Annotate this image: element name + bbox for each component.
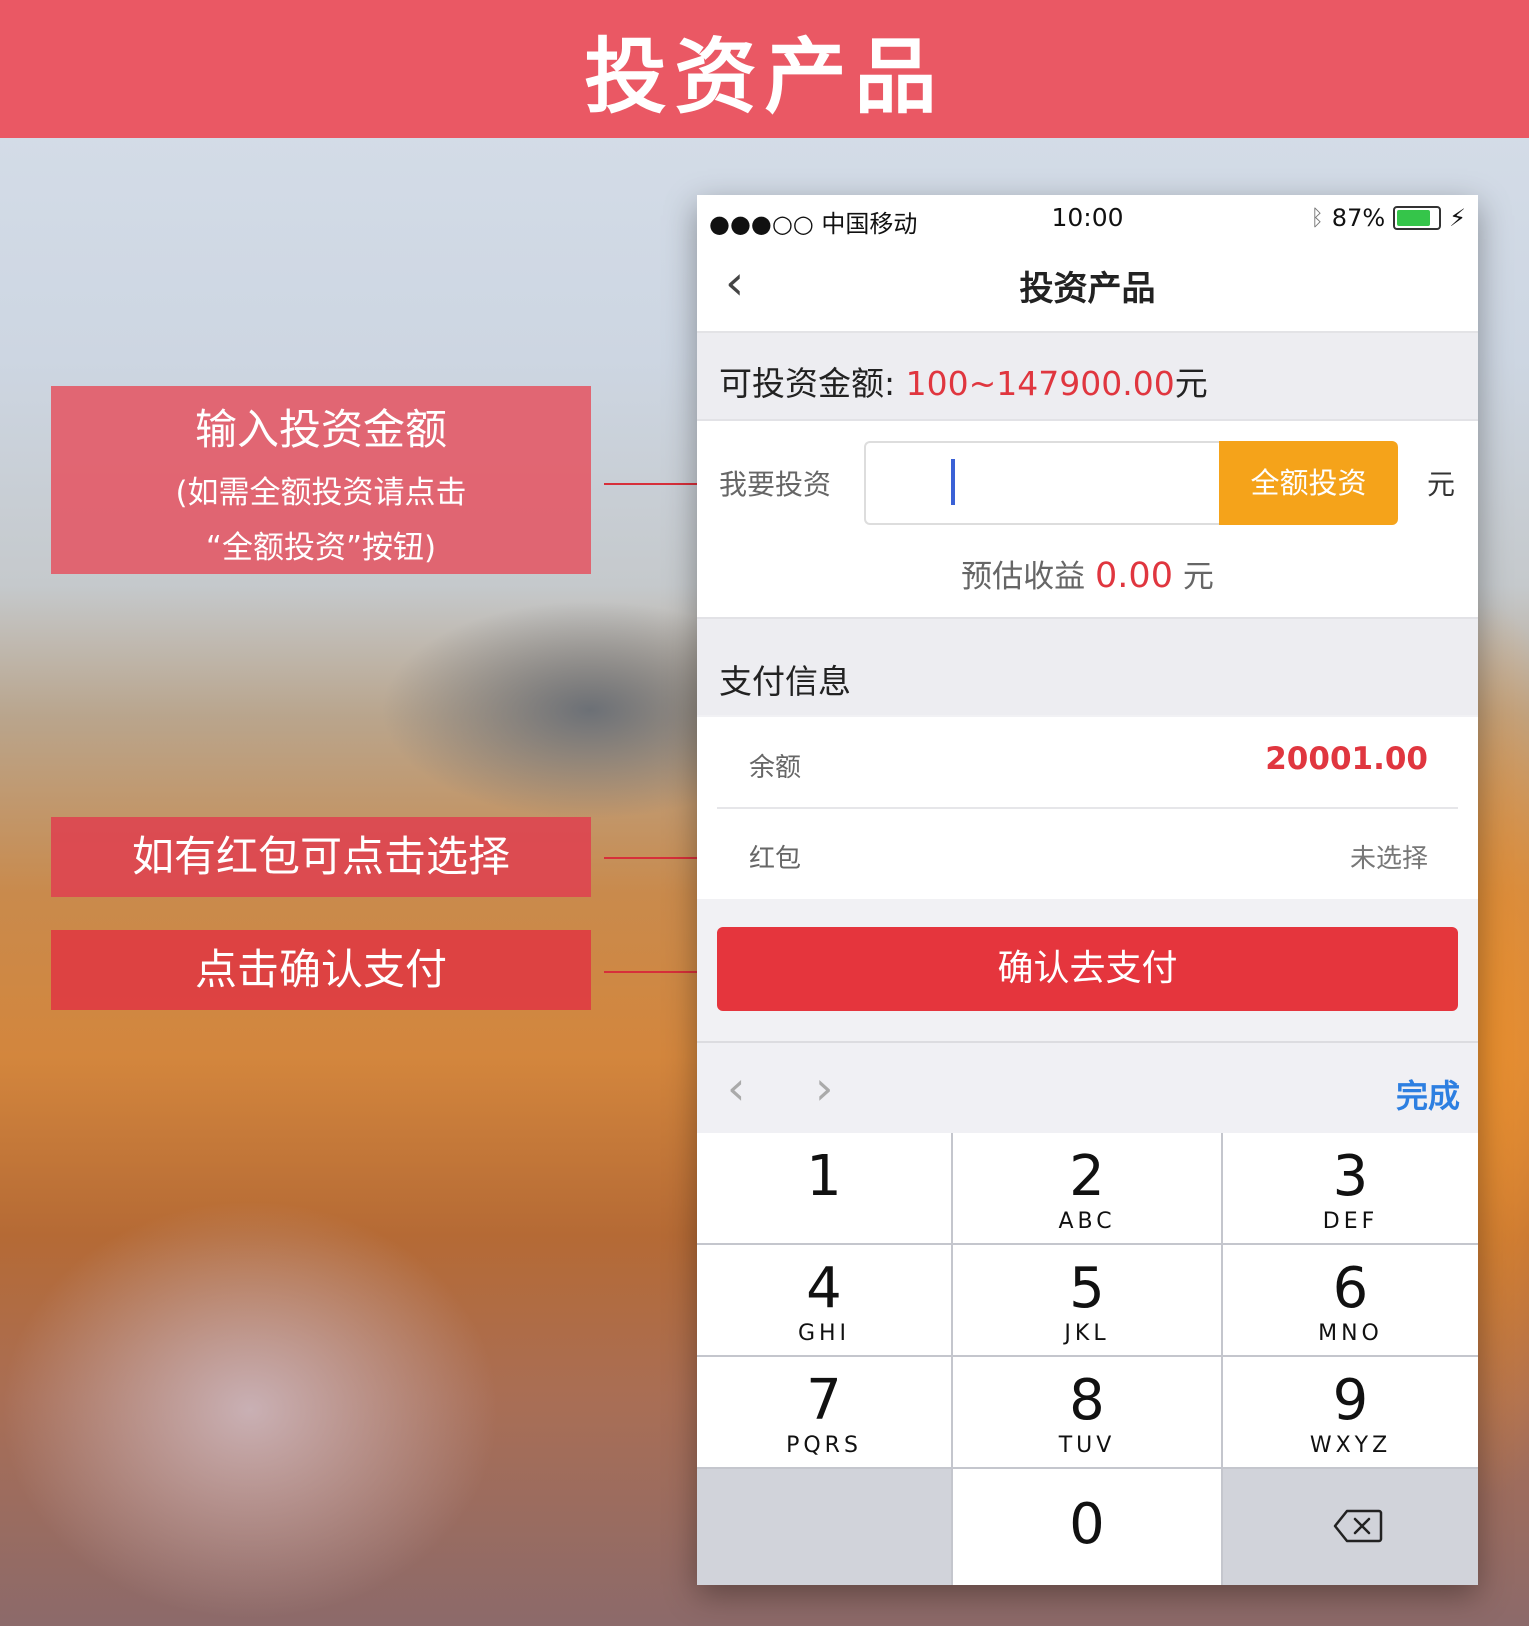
page-title: 投资产品 — [1019, 269, 1156, 309]
callout-input-line3: “全额投资”按钮) — [205, 530, 437, 566]
key-0[interactable]: 0 — [953, 1469, 1221, 1585]
key-6[interactable]: 6 MNO — [1223, 1245, 1478, 1355]
text-caret — [951, 459, 955, 505]
key-letters: TUV — [1058, 1433, 1116, 1458]
estimate-label: 预估收益 — [961, 559, 1086, 595]
phone-screen: ●●●○○ 中国移动 10:00 ᛒ 87% ⚡ ‹ 投资产品 可投资金额: 1… — [697, 195, 1478, 1585]
key-letters: PQRS — [786, 1433, 862, 1458]
charging-icon: ⚡ — [1449, 204, 1466, 232]
redpacket-value: 未选择 — [1349, 844, 1428, 874]
background-blur-shape — [0, 1200, 500, 1620]
key-digit: 8 — [1069, 1368, 1105, 1433]
banner-title: 投资产品 — [584, 29, 945, 125]
estimated-income: 预估收益 0.00 元 — [697, 551, 1478, 596]
key-digit: 5 — [1069, 1256, 1105, 1321]
range-label-text: 可投资金额: — [719, 364, 896, 403]
callout-input-line1: 输入投资金额 — [194, 405, 447, 454]
key-8[interactable]: 8 TUV — [953, 1357, 1221, 1467]
status-bar: ●●●○○ 中国移动 10:00 ᛒ 87% ⚡ — [697, 195, 1478, 241]
key-letters: JKL — [1064, 1321, 1110, 1346]
top-banner: 投资产品 — [0, 0, 1529, 138]
next-field-chevron-icon[interactable]: › — [815, 1061, 833, 1115]
battery-percent: 87% — [1331, 204, 1386, 232]
key-digit: 6 — [1332, 1256, 1369, 1321]
status-right-group: ᛒ 87% ⚡ — [1311, 204, 1466, 232]
key-letters: ABC — [1058, 1209, 1116, 1234]
key-digit: 2 — [1069, 1144, 1105, 1209]
previous-field-chevron-icon[interactable]: ‹ — [727, 1061, 745, 1115]
key-letters: MNO — [1318, 1321, 1383, 1346]
key-5[interactable]: 5 JKL — [953, 1245, 1221, 1355]
estimate-unit: 元 — [1182, 559, 1214, 595]
key-delete[interactable] — [1223, 1469, 1478, 1585]
invest-amount-section: 我要投资 全额投资 元 预估收益 0.00 元 — [697, 421, 1478, 619]
balance-row: 余额 20001.00 — [717, 717, 1458, 809]
key-2[interactable]: 2 ABC — [953, 1133, 1221, 1243]
key-digit: 1 — [806, 1144, 842, 1209]
range-label: 可投资金额: 100~147900.00元 — [719, 357, 1208, 405]
key-3[interactable]: 3 DEF — [1223, 1133, 1478, 1243]
range-unit: 元 — [1174, 364, 1208, 403]
key-letters: DEF — [1322, 1209, 1379, 1234]
redpacket-row[interactable]: 红包 未选择 — [717, 808, 1458, 898]
balance-value: 20001.00 — [1265, 741, 1428, 777]
callout-input-amount: 输入投资金额 (如需全额投资请点击 “全额投资”按钮) — [51, 386, 591, 574]
full-invest-button[interactable]: 全额投资 — [1219, 441, 1398, 525]
key-digit: 0 — [1069, 1492, 1105, 1557]
payment-info-header: 支付信息 — [697, 619, 1478, 715]
payment-list: 余额 20001.00 红包 未选择 — [697, 717, 1478, 899]
invest-amount-input[interactable] — [864, 441, 1221, 525]
key-blank — [697, 1469, 951, 1585]
callout-confirm: 点击确认支付 — [51, 930, 591, 1010]
keyboard-toolbar: ‹ › 完成 — [697, 1041, 1478, 1133]
payment-info-title: 支付信息 — [719, 662, 851, 701]
battery-fill — [1397, 210, 1431, 226]
key-7[interactable]: 7 PQRS — [697, 1357, 951, 1467]
redpacket-label: 红包 — [749, 844, 802, 874]
balance-label: 余额 — [749, 753, 802, 783]
key-9[interactable]: 9 WXYZ — [1223, 1357, 1478, 1467]
range-value: 100~147900.00 — [905, 364, 1175, 403]
battery-icon — [1393, 206, 1442, 230]
key-1[interactable]: 1 — [697, 1133, 951, 1243]
invest-label: 我要投资 — [719, 468, 832, 501]
key-digit: 7 — [806, 1368, 842, 1433]
keyboard-done-button[interactable]: 完成 — [1396, 1071, 1460, 1117]
key-letters: GHI — [797, 1321, 851, 1346]
confirm-pay-button[interactable]: 确认去支付 — [717, 927, 1458, 1011]
key-digit: 4 — [806, 1256, 842, 1321]
nav-bar: ‹ 投资产品 — [697, 241, 1478, 333]
key-4[interactable]: 4 GHI — [697, 1245, 951, 1355]
investable-range-row: 可投资金额: 100~147900.00元 — [697, 333, 1478, 421]
numeric-keypad: 1 2 ABC 3 DEF 4 GHI 5 JKL 6 MNO 7 PQRS 8 — [697, 1133, 1478, 1585]
estimate-value: 0.00 — [1095, 556, 1173, 596]
bluetooth-icon: ᛒ — [1310, 205, 1324, 231]
key-letters: WXYZ — [1309, 1433, 1392, 1458]
callout-input-line2: (如需全额投资请点击 — [175, 475, 467, 511]
backspace-icon — [1333, 1509, 1383, 1543]
callout-redpacket: 如有红包可点击选择 — [51, 817, 591, 897]
invest-unit: 元 — [1427, 468, 1456, 501]
key-digit: 9 — [1332, 1368, 1369, 1433]
key-digit: 3 — [1332, 1144, 1369, 1209]
